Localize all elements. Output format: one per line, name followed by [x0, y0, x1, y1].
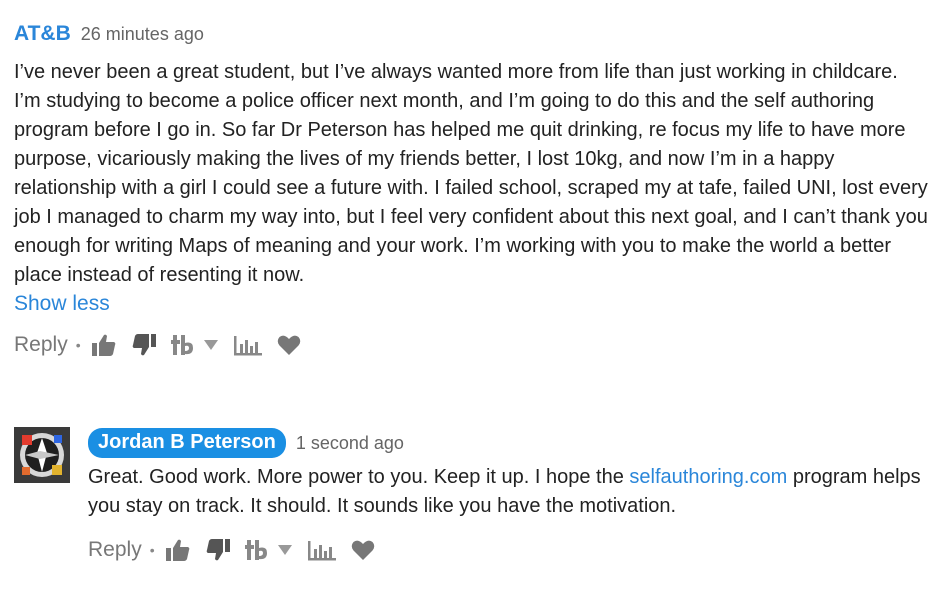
downvote-button[interactable] — [205, 538, 231, 562]
comment-body: I’ve never been a great student, but I’v… — [14, 61, 928, 286]
upvote-button[interactable] — [91, 333, 117, 357]
caret-down-icon — [277, 545, 292, 555]
tb-logo-button[interactable] — [244, 538, 273, 562]
comment: AT&B 26 minutes ago I’ve never been a gr… — [14, 22, 929, 360]
favorite-button[interactable] — [277, 334, 301, 356]
reply-actions: Reply • — [88, 535, 929, 565]
tb-logo-button[interactable] — [170, 333, 199, 357]
heart-icon — [351, 540, 374, 560]
caret-down-icon — [203, 340, 218, 350]
heart-icon — [277, 335, 300, 355]
reply-body: Great. Good work. More power to you. Kee… — [88, 463, 929, 521]
separator-dot: • — [149, 542, 155, 558]
bar-chart-icon — [233, 336, 262, 356]
thumbs-down-icon — [206, 539, 230, 561]
tb-logo-icon — [170, 335, 193, 355]
stats-button[interactable] — [307, 539, 337, 561]
reply-button[interactable]: Reply — [14, 333, 68, 357]
thumbs-down-icon — [132, 334, 156, 356]
thumbs-up-icon — [165, 539, 189, 561]
thumbs-up-icon — [91, 334, 115, 356]
stats-button[interactable] — [233, 334, 263, 356]
reply-timestamp[interactable]: 1 second ago — [296, 433, 404, 454]
downvote-button[interactable] — [131, 333, 157, 357]
reply-body-start: Great. Good work. More power to you. Kee… — [88, 466, 630, 488]
comment-header: AT&B 26 minutes ago — [14, 22, 929, 56]
avatar[interactable] — [14, 427, 70, 483]
dropdown-button[interactable] — [203, 339, 219, 351]
show-less-link[interactable]: Show less — [14, 292, 110, 316]
avatar-image — [14, 427, 70, 483]
dropdown-button[interactable] — [277, 544, 293, 556]
reply-author-badge[interactable]: Jordan B Peterson — [88, 428, 286, 458]
favorite-button[interactable] — [351, 539, 375, 561]
separator-dot: • — [75, 337, 81, 353]
comment-actions: Reply • — [14, 330, 929, 360]
comment-timestamp[interactable]: 26 minutes ago — [81, 24, 204, 45]
reply-button[interactable]: Reply — [88, 538, 142, 562]
reply-header: Jordan B Peterson 1 second ago — [88, 425, 929, 461]
bar-chart-icon — [307, 541, 336, 561]
comment-author[interactable]: AT&B — [14, 22, 71, 46]
selfauthoring-link[interactable]: selfauthoring.com — [629, 466, 787, 488]
reply-main: Jordan B Peterson 1 second ago Great. Go… — [88, 425, 929, 565]
tb-logo-icon — [244, 540, 267, 560]
upvote-button[interactable] — [165, 538, 191, 562]
